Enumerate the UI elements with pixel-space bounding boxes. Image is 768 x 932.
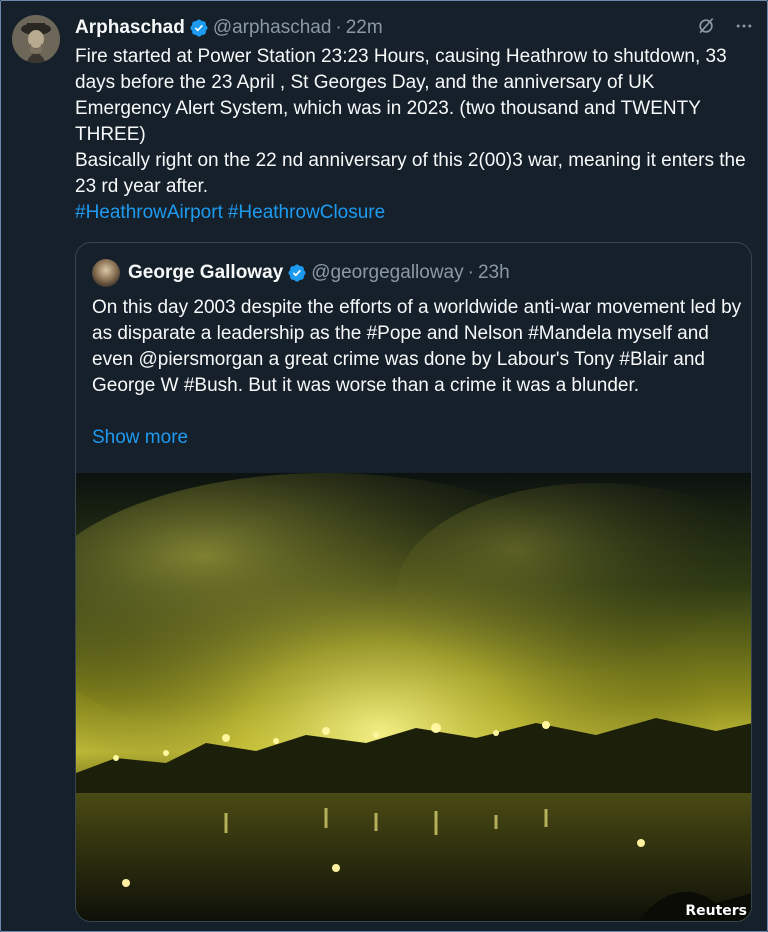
tweet-header: Arphaschad @arphaschad · 22m (75, 16, 383, 40)
author-handle[interactable]: @arphaschad (213, 17, 332, 39)
grok-icon[interactable] (696, 16, 716, 41)
author-name[interactable]: Arphaschad (75, 17, 185, 39)
hashtag-link[interactable]: #HeathrowClosure (228, 202, 385, 223)
quoted-tweet[interactable]: George Galloway @georgegalloway · 23h On… (75, 242, 752, 922)
quoted-avatar[interactable] (92, 259, 120, 287)
tweet-actions (696, 16, 754, 41)
separator-dot: · (467, 262, 474, 283)
quoted-author-name[interactable]: George Galloway (128, 262, 283, 284)
quoted-header: George Galloway @georgegalloway · 23h (92, 259, 510, 287)
verified-badge-icon (189, 18, 209, 38)
author-avatar[interactable] (12, 15, 60, 63)
image-credit: Reuters (685, 903, 747, 919)
quoted-text: On this day 2003 despite the efforts of … (92, 297, 742, 396)
tweet-text: Fire started at Power Station 23:23 Hour… (75, 46, 746, 197)
quoted-image[interactable]: Reuters (76, 473, 751, 921)
quoted-time[interactable]: 23h (478, 262, 510, 284)
tweet-time[interactable]: 22m (346, 17, 383, 39)
quoted-handle[interactable]: @georgegalloway (311, 262, 463, 284)
hashtag-link[interactable]: #HeathrowAirport (75, 202, 223, 223)
show-more-link[interactable]: Show more (92, 427, 188, 449)
separator-dot: · (335, 17, 342, 38)
hashtag-row: #HeathrowAirport #HeathrowClosure (75, 200, 390, 226)
more-icon[interactable] (734, 16, 754, 41)
verified-badge-icon (287, 263, 307, 283)
